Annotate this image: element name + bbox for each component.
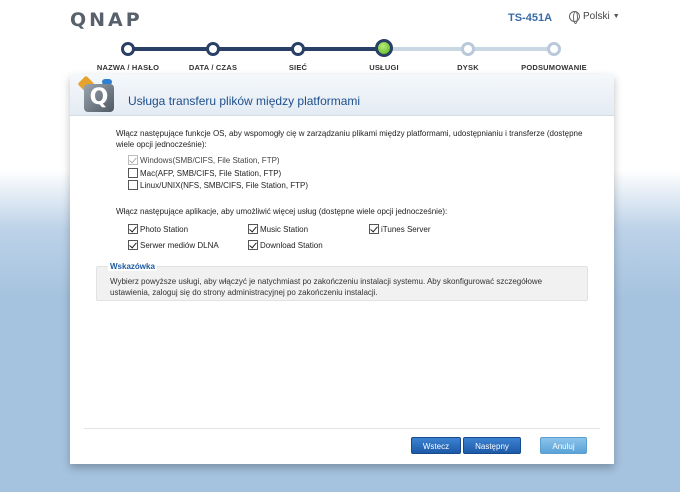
wizard-panel: Q Usługa transferu plików między platfor…: [70, 74, 614, 464]
step-dot-disk: [461, 42, 475, 56]
step-dot-network: [291, 42, 305, 56]
checkbox-download-station-box[interactable]: [248, 240, 258, 250]
back-button[interactable]: Wstecz: [411, 437, 461, 454]
next-button[interactable]: Następny: [463, 437, 521, 454]
checkbox-download-station[interactable]: Download Station: [248, 240, 323, 250]
checkbox-linux-box[interactable]: [128, 180, 138, 190]
globe-icon: [569, 11, 580, 24]
step-dot-date: [206, 42, 220, 56]
checkbox-dlna-server[interactable]: Serwer mediów DLNA: [128, 240, 219, 250]
checkbox-download-station-label: Download Station: [260, 240, 323, 250]
checkbox-itunes-server-box[interactable]: [369, 224, 379, 234]
wizard-progress: NAZWA / HASŁO DATA / CZAS SIEĆ USŁUGI DY…: [0, 38, 680, 78]
checkbox-windows[interactable]: Windows(SMB/CIFS, File Station, FTP): [128, 155, 280, 165]
step-label-disk: DYSK: [457, 63, 479, 72]
panel-header: Q Usługa transferu plików między platfor…: [70, 74, 614, 116]
checkbox-dlna-server-box[interactable]: [128, 240, 138, 250]
checkbox-windows-box[interactable]: [128, 155, 138, 165]
footer-divider: [84, 428, 600, 429]
language-label: Polski: [583, 11, 610, 22]
cancel-button[interactable]: Anuluj: [540, 437, 587, 454]
step-label-services: USŁUGI: [369, 63, 399, 72]
checkbox-linux[interactable]: Linux/UNIX(NFS, SMB/CIFS, File Station, …: [128, 180, 308, 190]
device-model: TS-451A: [508, 12, 553, 24]
file-transfer-icon: Q: [77, 75, 116, 114]
step-label-date: DATA / CZAS: [188, 63, 238, 72]
step-dot-services: [375, 39, 393, 57]
step-label-network: SIEĆ: [288, 63, 308, 72]
caret-down-icon: ▼: [612, 13, 620, 20]
checkbox-linux-label: Linux/UNIX(NFS, SMB/CIFS, File Station, …: [140, 180, 309, 190]
step-dot-summary: [547, 42, 561, 56]
checkbox-mac[interactable]: Mac(AFP, SMB/CIFS, File Station, FTP): [128, 168, 281, 178]
step-dot-name: [121, 42, 135, 56]
checkbox-photo-station-box[interactable]: [128, 224, 138, 234]
checkbox-dlna-server-label: Serwer mediów DLNA: [140, 240, 219, 250]
language-selector[interactable]: Polski ▼: [569, 11, 620, 24]
panel-title: Usługa transferu plików między platforma…: [128, 94, 361, 108]
checkbox-music-station[interactable]: Music Station: [248, 224, 308, 234]
checkbox-windows-label: Windows(SMB/CIFS, File Station, FTP): [140, 155, 280, 165]
qnap-logo: QNAP: [70, 9, 143, 31]
top-bar: QNAP TS-451A Polski ▼: [0, 0, 680, 40]
step-label-summary: PODSUMOWANIE: [521, 63, 587, 72]
tip-text: Wybierz powyższe usługi, aby włączyć je …: [110, 277, 543, 297]
checkbox-music-station-box[interactable]: [248, 224, 258, 234]
checkbox-music-station-label: Music Station: [260, 224, 309, 234]
checkbox-mac-label: Mac(AFP, SMB/CIFS, File Station, FTP): [140, 168, 282, 178]
checkbox-itunes-server[interactable]: iTunes Server: [369, 224, 431, 234]
checkbox-itunes-server-label: iTunes Server: [381, 224, 431, 234]
progress-track-done: [128, 47, 384, 51]
os-intro-text: Włącz następujące funkcje OS, aby wspomo…: [116, 129, 583, 149]
checkbox-mac-box[interactable]: [128, 168, 138, 178]
checkbox-photo-station-label: Photo Station: [140, 224, 189, 234]
apps-intro-text: Włącz następujące aplikacje, aby umożliw…: [116, 207, 448, 216]
checkbox-photo-station[interactable]: Photo Station: [128, 224, 188, 234]
tip-title: Wskazówka: [108, 262, 157, 271]
step-label-name: NAZWA / HASŁO: [96, 63, 160, 72]
